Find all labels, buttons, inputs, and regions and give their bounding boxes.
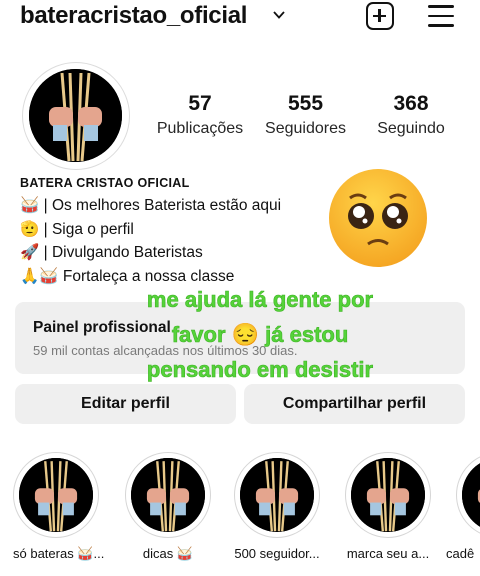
highlight-cover bbox=[351, 458, 425, 532]
pleading-face-emoji-icon bbox=[329, 169, 427, 267]
profile-avatar[interactable] bbox=[22, 62, 130, 170]
stat-posts[interactable]: 57 Publicações bbox=[150, 92, 250, 138]
bio-line: 🫡 | Siga o perfil bbox=[20, 220, 134, 238]
bio-display-name: BATERA CRISTAO OFICIAL bbox=[20, 176, 190, 190]
highlight-label: marca seu a... bbox=[346, 546, 430, 561]
stat-followers[interactable]: 555 Seguidores bbox=[258, 92, 353, 138]
highlight-label: cadê bbox=[446, 546, 475, 561]
posts-label: Publicações bbox=[156, 120, 244, 137]
share-profile-button[interactable]: Compartilhar perfil bbox=[244, 384, 465, 424]
overlay-line: pensando em desistir bbox=[146, 357, 374, 383]
drumsticks-hands-icon bbox=[29, 69, 122, 162]
posts-count: 57 bbox=[188, 92, 212, 115]
stat-following[interactable]: 368 Seguindo bbox=[366, 92, 456, 138]
followers-label: Seguidores bbox=[265, 120, 346, 137]
following-label: Seguindo bbox=[377, 120, 445, 137]
highlight-label: 500 seguidor... bbox=[234, 546, 320, 561]
story-highlight[interactable]: dicas 🥁 bbox=[125, 452, 211, 562]
overlay-line: me ajuda lá gente por bbox=[146, 287, 374, 313]
chevron-down-icon[interactable] bbox=[272, 8, 286, 22]
create-post-icon[interactable] bbox=[366, 2, 394, 30]
story-highlight[interactable]: marca seu a... bbox=[345, 452, 431, 561]
profile-bio: BATERA CRISTAO OFICIAL 🥁 | Os melhores B… bbox=[20, 176, 340, 288]
following-count: 368 bbox=[393, 92, 429, 115]
highlight-cover bbox=[131, 458, 205, 532]
avatar-image bbox=[29, 69, 122, 162]
profile-username[interactable]: bateracristao_oficial bbox=[20, 2, 247, 30]
edit-profile-button[interactable]: Editar perfil bbox=[15, 384, 236, 424]
story-highlight[interactable]: cadê bbox=[446, 452, 480, 561]
highlight-cover bbox=[462, 458, 480, 532]
highlight-label: só bateras 🥁... bbox=[13, 546, 105, 561]
followers-count: 555 bbox=[287, 92, 324, 115]
highlight-cover bbox=[240, 458, 314, 532]
story-highlight[interactable]: só bateras 🥁... bbox=[13, 452, 105, 562]
overlay-caption: me ajuda lá gente por favor 😔 já estou p… bbox=[80, 282, 440, 387]
menu-icon[interactable] bbox=[428, 4, 454, 28]
highlight-label: dicas 🥁 bbox=[142, 546, 194, 561]
bio-line: 🚀 | Divulgando Bateristas bbox=[20, 244, 203, 261]
bio-line: 🥁 | Os melhores Baterista estão aqui bbox=[20, 197, 282, 214]
story-highlight[interactable]: 500 seguidor... bbox=[234, 452, 320, 561]
top-bar: bateracristao_oficial bbox=[0, 0, 480, 34]
overlay-line: favor 😔 já estou bbox=[171, 322, 349, 348]
highlight-cover bbox=[19, 458, 93, 532]
